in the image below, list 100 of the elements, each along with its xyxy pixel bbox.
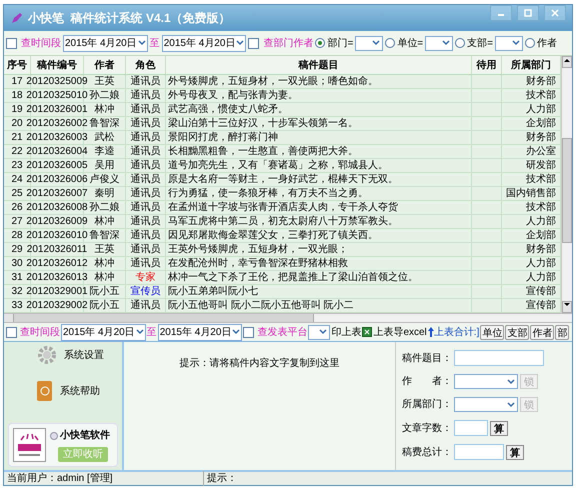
close-button[interactable] (544, 5, 566, 21)
calculate-button[interactable]: 算 (490, 420, 508, 436)
date-dropdown[interactable]: 2015年 4月20日 (61, 324, 146, 340)
horizontal-scrollbar[interactable] (4, 313, 572, 323)
table-cell-text: 王英 (94, 74, 114, 89)
checkbox-label: 查时间段 (21, 36, 61, 50)
table-cell-text: 20120326007 (26, 187, 88, 201)
calculate-button[interactable]: 算 (506, 444, 524, 460)
range-label: 至 (146, 326, 157, 340)
platform-dropdown[interactable] (308, 324, 330, 340)
print-button[interactable]: 印上表 (331, 324, 362, 340)
dropdown[interactable] (355, 36, 384, 50)
table-cell-text: 林冲 (94, 102, 114, 117)
table-cell-text: 20120326009 (26, 215, 88, 229)
table-cell-text: 通讯员 (130, 130, 160, 145)
up-arrow-icon (563, 57, 571, 63)
table-cell-text: 在孟州道十字坡与张青开酒店卖人肉，专干杀人夺货 (168, 200, 398, 215)
table-cell-text: 外号母夜叉，配与张青为妻。 (168, 88, 298, 103)
checkbox[interactable] (6, 38, 17, 48)
date-dropdown[interactable]: 2015年 4月20日 (63, 34, 148, 52)
column-header[interactable]: 作者 (84, 56, 126, 74)
radio-label: 支部= (467, 36, 493, 50)
table-cell-text: 20120329001 (26, 285, 88, 299)
text-area[interactable]: 提示：请将稿件内容文字复制到这里 (124, 342, 396, 470)
table-cell-text: 王英外号矮脚虎，五短身材，一双光眼； (168, 242, 348, 257)
table-cell-text: 秦明 (94, 187, 114, 201)
table-cell-text: 技术部 (526, 172, 556, 187)
column-header[interactable]: 待用 (472, 56, 502, 74)
department-dropdown[interactable] (454, 397, 518, 412)
radio-label: 作者 (536, 36, 557, 50)
dropdown[interactable] (425, 36, 454, 50)
table-cell-text: 孙二娘 (90, 88, 120, 103)
input-field[interactable] (454, 350, 544, 366)
input-field[interactable] (454, 444, 504, 460)
table-cell-text: 林冲 (94, 270, 114, 285)
table-cell-text: 李逵 (94, 144, 114, 159)
spreadsheet-icon (362, 327, 372, 337)
table-cell-text: 林冲 (94, 256, 114, 271)
table-cell-text: 国内销售部 (506, 186, 556, 201)
table-cell-text: 技术部 (526, 88, 556, 103)
table-cell-text: 20120326013 (26, 271, 88, 285)
column-header[interactable]: 稿件题目 (166, 56, 472, 74)
column-header[interactable]: 角色 (126, 56, 166, 74)
column-header[interactable]: 序号 (4, 56, 31, 74)
filter-button[interactable]: 作者 (530, 324, 554, 340)
table-cell-text: 19 (11, 103, 23, 117)
minimize-button[interactable] (490, 5, 512, 21)
radio-button[interactable] (524, 38, 535, 48)
table-cell-text: 企划部 (526, 116, 556, 131)
field-label: 稿费总计： (402, 446, 452, 460)
filter-button[interactable]: 部 (555, 324, 570, 340)
input-field[interactable] (454, 420, 488, 436)
table-cell-text: 卢俊义 (90, 172, 120, 187)
table-cell-text: 通讯员 (130, 200, 160, 215)
checkbox[interactable] (248, 38, 260, 48)
table-cell-text: 20120326011 (26, 243, 88, 257)
sum-button[interactable]: 上表合计:] (428, 324, 480, 340)
column-header[interactable]: 稿件编号 (31, 56, 84, 74)
table-cell-text: 研发部 (526, 158, 556, 173)
radio-button[interactable] (385, 38, 396, 48)
caret-icon (138, 40, 146, 46)
table-cell-text: 25 (11, 187, 23, 201)
table-cell-text: 阮小五他哥叫 阮小二阮小五他哥叫 阮小二 (168, 298, 354, 313)
table-cell-text: 道号加亮先生，又有「赛诸葛」之称，郓城县人。 (168, 158, 388, 173)
date-dropdown[interactable]: 2015年 4月20日 (162, 34, 246, 52)
radio-button[interactable] (455, 38, 466, 48)
caret-icon (136, 329, 144, 335)
table-cell-text: 20120329002 (26, 299, 88, 313)
export-button[interactable]: 上表导excel (373, 324, 427, 340)
table-cell-text: 通讯员 (130, 256, 160, 271)
maximize-button[interactable] (517, 5, 539, 21)
dropdown[interactable] (494, 36, 523, 50)
gear-icon (36, 344, 58, 366)
caret-icon (319, 329, 328, 335)
field-label: 稿件题目： (402, 352, 452, 366)
table-cell-text: 31 (11, 271, 23, 285)
maximize-icon (524, 9, 532, 17)
close-icon (551, 9, 559, 17)
table-cell-text: 行为勇猛，使一条狼牙棒，有万夫不当之勇。 (168, 186, 368, 201)
window-title: 小快笔 稿件统计系统 V4.1（免费版） (28, 10, 231, 27)
author-dropdown[interactable] (454, 374, 518, 389)
table-cell-text: 宣传部 (526, 298, 556, 313)
radio-button[interactable] (315, 38, 326, 48)
table-cell-text: 财务部 (526, 74, 556, 89)
date-dropdown[interactable]: 2015年 4月20日 (158, 324, 242, 340)
checkbox[interactable] (6, 326, 17, 338)
filter-button[interactable]: 支部 (505, 324, 530, 340)
table-cell-text: 鲁智深 (90, 117, 120, 131)
table-cell-text: 武艺高强，惯使丈八蛇矛。 (168, 102, 288, 117)
table-cell-text: 人力部 (526, 270, 556, 285)
address-book-icon (36, 380, 54, 402)
checkbox[interactable] (243, 326, 254, 338)
table-cell-text: 18 (11, 89, 23, 103)
table-cell-text: 宣传员 (130, 284, 160, 299)
sidebar-item[interactable]: 系统帮助 (8, 380, 118, 402)
filter-button[interactable]: 单位 (480, 324, 504, 340)
vertical-scrollbar[interactable] (561, 56, 572, 313)
sidebar-item[interactable]: 系统设置 (8, 344, 118, 366)
table-cell-text: 技术部 (526, 200, 556, 215)
table-cell-text: 人力部 (526, 102, 556, 117)
